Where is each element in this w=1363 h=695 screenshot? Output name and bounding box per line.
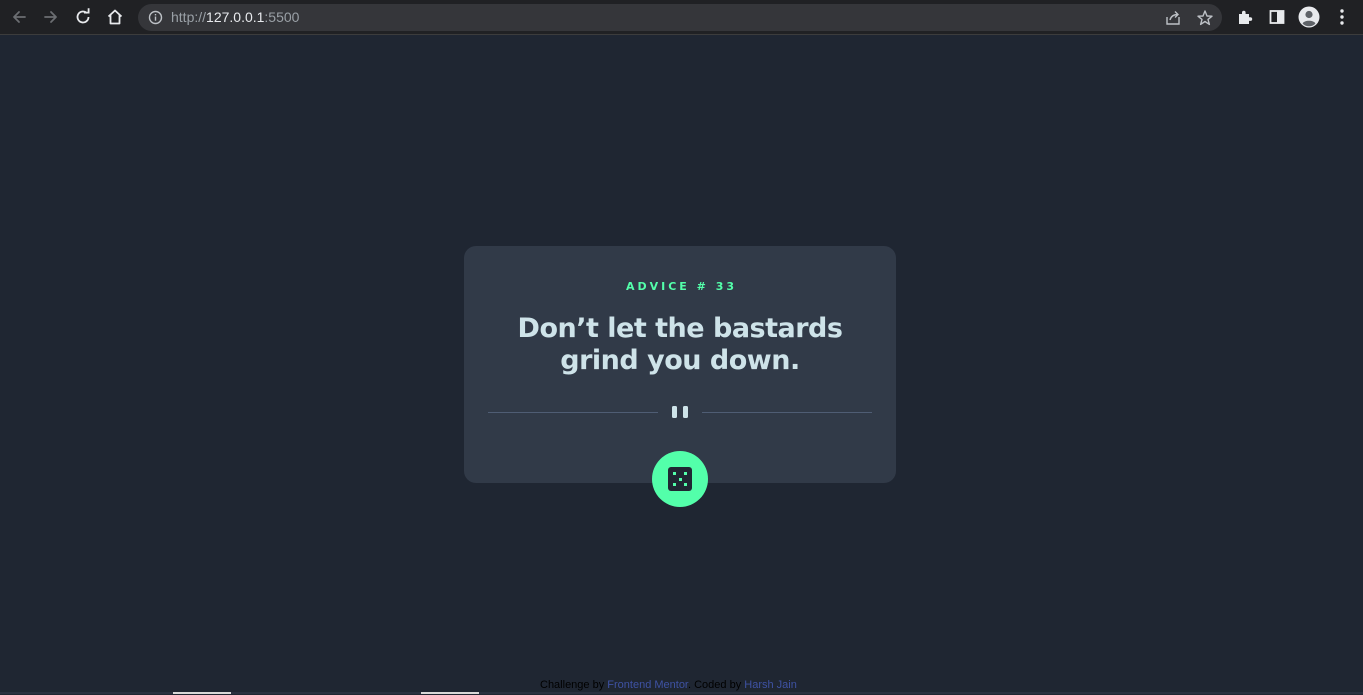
browser-toolbar: http://127.0.0.1:5500 xyxy=(0,0,1363,35)
dice-pip xyxy=(673,472,676,475)
side-panel-button[interactable] xyxy=(1266,6,1288,28)
profile-icon xyxy=(1298,6,1320,28)
back-button[interactable] xyxy=(7,5,31,29)
url-scheme: http:// xyxy=(171,9,207,25)
puzzle-icon xyxy=(1239,10,1253,24)
advice-quote: Don’t let the bastards grind you down. xyxy=(517,313,843,376)
share-icon[interactable] xyxy=(1164,9,1182,27)
attribution-middle: . Coded by xyxy=(688,679,745,691)
arrow-right-icon xyxy=(44,11,57,23)
url-port: :5500 xyxy=(264,9,300,25)
frontend-mentor-link[interactable]: Frontend Mentor xyxy=(607,679,688,691)
profile-button[interactable] xyxy=(1298,6,1320,28)
dice-pip xyxy=(684,483,687,486)
attribution: Challenge by Frontend Mentor. Coded by H… xyxy=(540,679,797,691)
arrow-left-icon xyxy=(13,11,26,23)
kebab-menu-icon xyxy=(1340,9,1344,25)
divider-line-right xyxy=(702,412,872,413)
attribution-prefix: Challenge by xyxy=(540,679,608,691)
home-button[interactable] xyxy=(103,5,127,29)
advice-id-label: ADVICE # 33 xyxy=(625,280,738,293)
address-bar[interactable]: http://127.0.0.1:5500 xyxy=(138,4,1222,31)
reload-button[interactable] xyxy=(71,5,95,29)
forward-button[interactable] xyxy=(39,5,63,29)
url-text: http://127.0.0.1:5500 xyxy=(171,9,299,25)
dice-pip xyxy=(673,483,676,486)
url-host: 127.0.0.1 xyxy=(206,9,265,25)
divider-bar-right xyxy=(683,406,688,418)
bottom-edge-segment xyxy=(173,692,231,694)
bottom-edge-segment xyxy=(421,692,479,694)
reload-icon xyxy=(76,8,90,24)
divider-bar-left xyxy=(672,406,677,418)
extensions-button[interactable] xyxy=(1234,6,1256,28)
dice-icon xyxy=(668,467,692,491)
new-advice-button[interactable] xyxy=(652,451,708,507)
menu-button[interactable] xyxy=(1331,6,1353,28)
star-icon[interactable] xyxy=(1196,9,1214,27)
dice-pip xyxy=(684,472,687,475)
info-icon[interactable] xyxy=(148,10,163,25)
side-panel-icon xyxy=(1269,10,1285,24)
dice-pip xyxy=(678,477,682,481)
home-icon xyxy=(107,9,123,25)
author-link[interactable]: Harsh Jain xyxy=(744,679,797,691)
divider-line-left xyxy=(488,412,658,413)
